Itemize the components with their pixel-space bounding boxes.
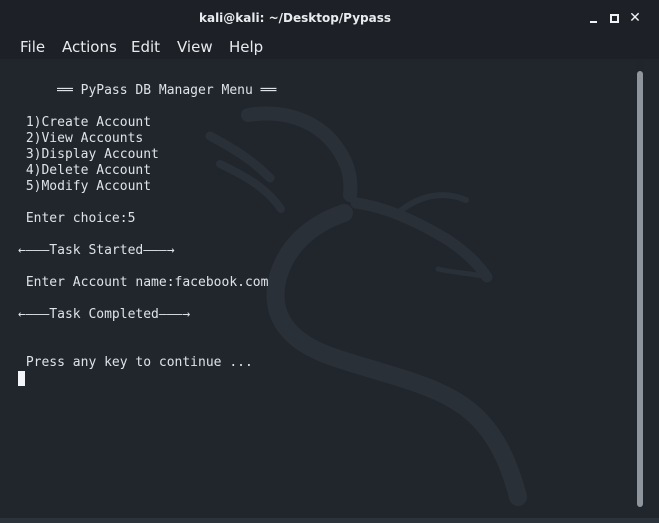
window-title: kali@kali: ~/Desktop/Pypass [198,11,391,25]
terminal-line-1: ══ PyPass DB Manager Menu ══ [18,83,277,98]
terminal-line-7: 5)Modify Account [18,179,152,194]
minimize-icon [590,21,597,23]
menu-view[interactable]: View [177,38,213,56]
terminal-line-3: 1)Create Account [18,115,152,130]
terminal-output[interactable]: ══ PyPass DB Manager Menu ══ 1)Create Ac… [0,59,659,523]
window-bottom-edge [0,518,659,523]
title-bar[interactable]: kali@kali: ~/Desktop/Pypass ✕ [0,0,659,35]
terminal-line-13: Enter Account name:facebook.com [18,275,269,290]
scrollbar-thumb[interactable] [637,71,643,507]
menu-actions[interactable]: Actions [62,38,117,56]
close-icon: ✕ [629,10,641,26]
maximize-icon [610,14,619,23]
terminal-cursor [18,371,25,386]
terminal-line-11: ←———Task Started———→ [18,243,175,258]
menu-edit[interactable]: Edit [131,38,160,56]
maximize-button[interactable] [604,8,624,28]
minimize-button[interactable] [584,8,604,28]
menu-bar: File Actions Edit View Help [0,35,659,59]
terminal-line-15: ←———Task Completed———→ [18,307,191,322]
terminal-line-4: 2)View Accounts [18,131,144,146]
close-button[interactable]: ✕ [625,8,645,28]
terminal-line-18: Press any key to continue ... [18,355,253,370]
terminal-line-5: 3)Display Account [18,147,159,162]
terminal-line-9: Enter choice:5 [18,211,136,226]
menu-file[interactable]: File [20,38,45,56]
terminal-window: kali@kali: ~/Desktop/Pypass ✕ File Actio… [0,0,659,523]
terminal-line-6: 4)Delete Account [18,163,152,178]
menu-help[interactable]: Help [229,38,263,56]
